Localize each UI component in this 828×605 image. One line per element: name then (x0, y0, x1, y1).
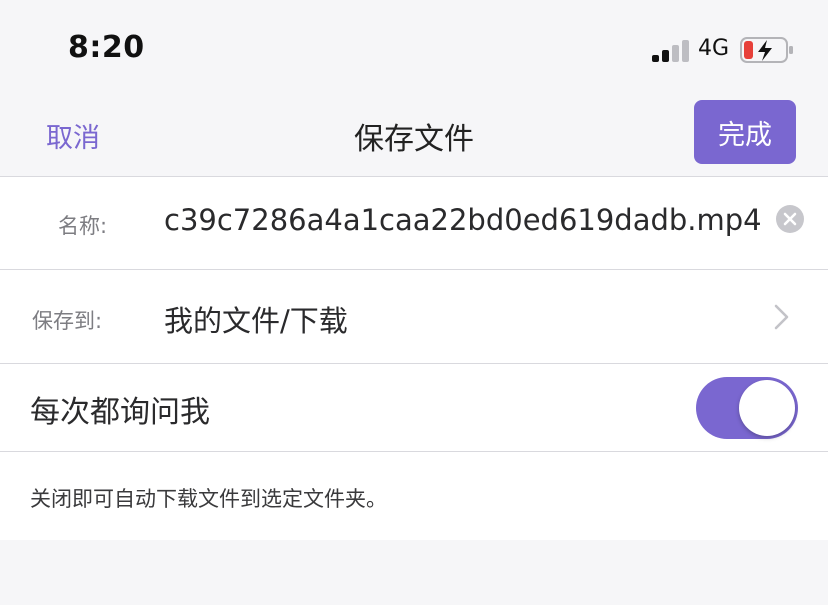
status-time: 8:20 (68, 30, 145, 65)
battery-icon (740, 36, 794, 64)
signal-icon (652, 38, 690, 62)
ask-every-time-row: 每次都询问我 (0, 364, 828, 452)
done-button[interactable]: 完成 (694, 100, 796, 164)
filename-input[interactable]: c39c7286a4a1caa22bd0ed619dadb.mp4 (164, 203, 762, 237)
status-bar: 8:20 4G (0, 0, 828, 96)
chevron-right-icon (770, 303, 794, 331)
network-label: 4G (698, 36, 730, 61)
footer-note: 关闭即可自动下载文件到选定文件夹。 (0, 452, 828, 540)
ask-every-time-label: 每次都询问我 (30, 395, 210, 430)
nav-bar: 取消 保存文件 完成 (0, 96, 828, 177)
save-label: 保存到: (32, 309, 103, 333)
ask-every-time-toggle[interactable] (696, 377, 798, 439)
name-label: 名称: (58, 214, 108, 238)
clear-icon[interactable] (776, 205, 804, 233)
save-location-value: 我的文件/下载 (164, 304, 348, 338)
name-row: 名称: c39c7286a4a1caa22bd0ed619dadb.mp4 (0, 177, 828, 270)
footer-text: 关闭即可自动下载文件到选定文件夹。 (30, 487, 387, 511)
toggle-knob (739, 380, 795, 436)
save-location-row[interactable]: 保存到: 我的文件/下载 (0, 270, 828, 364)
